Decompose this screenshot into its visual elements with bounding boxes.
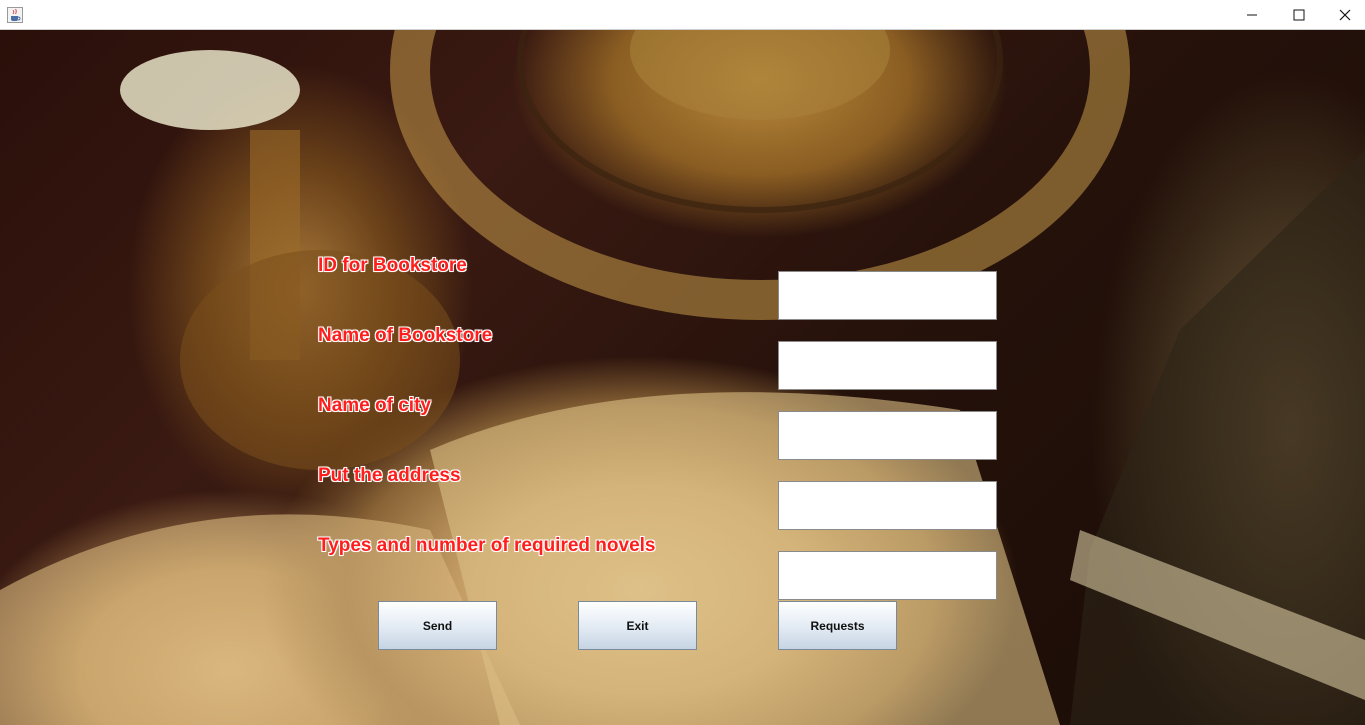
name-of-bookstore-label: Name of Bookstore (318, 325, 493, 346)
id-for-bookstore-label: ID for Bookstore (318, 255, 467, 276)
maximize-icon[interactable] (1276, 0, 1322, 30)
java-cup-icon (7, 7, 23, 23)
exit-button[interactable]: Exit (578, 601, 697, 650)
close-icon[interactable] (1322, 0, 1365, 30)
address-field[interactable] (778, 481, 997, 530)
address-label: Put the address (318, 465, 461, 486)
requests-button[interactable]: Requests (778, 601, 897, 650)
novels-field[interactable] (778, 551, 997, 600)
title-bar (0, 0, 1365, 30)
name-of-city-field[interactable] (778, 411, 997, 460)
name-of-city-label: Name of city (318, 395, 431, 416)
novels-label: Types and number of required novels (318, 535, 656, 556)
minimize-icon[interactable] (1229, 0, 1275, 30)
id-for-bookstore-field[interactable] (778, 271, 997, 320)
send-button[interactable]: Send (378, 601, 497, 650)
name-of-bookstore-field[interactable] (778, 341, 997, 390)
